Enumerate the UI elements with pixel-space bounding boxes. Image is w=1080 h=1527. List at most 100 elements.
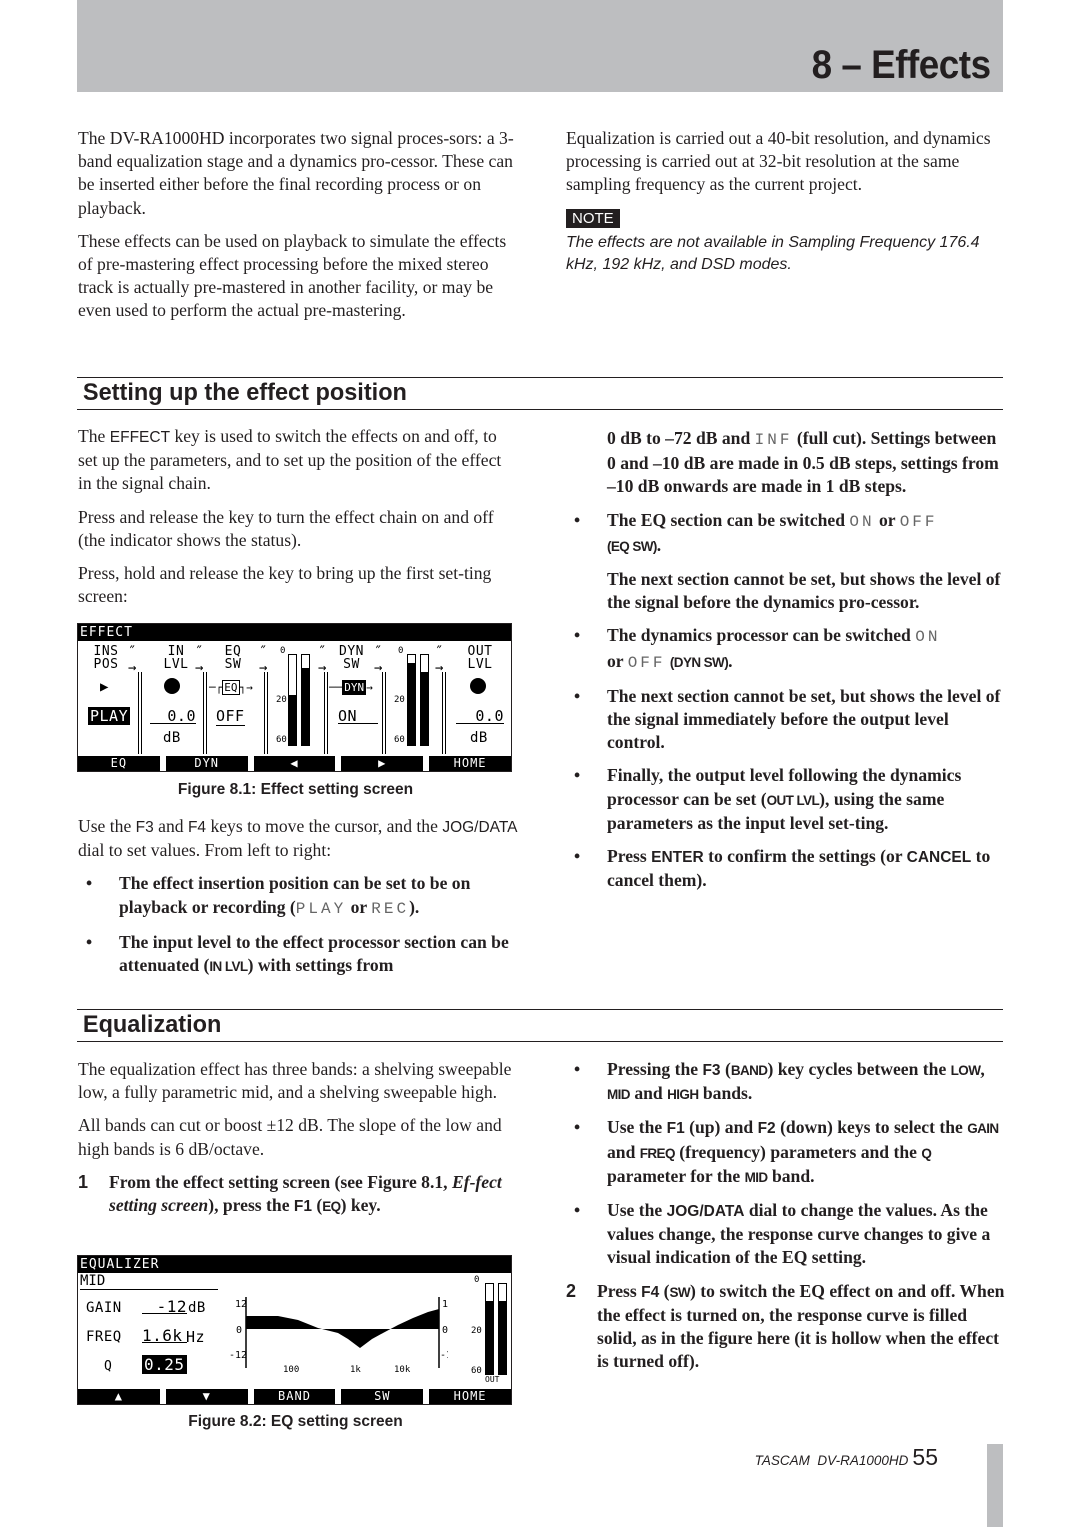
param-name: GAIN (967, 1121, 999, 1137)
param-name: MID (744, 1169, 769, 1185)
meter-scale: 60 (471, 1366, 482, 1376)
page-footer: TASCAM DV-RA1000HD 55 (755, 1444, 938, 1471)
page-edge-tab (987, 1444, 1003, 1527)
param-name: Q (921, 1145, 932, 1161)
step-number: 2 (566, 1280, 577, 1301)
x-tick-label: 10k (394, 1365, 411, 1375)
text: Use the (607, 1200, 667, 1221)
arrow-icon: ″ → (128, 644, 137, 676)
y-tick-label: 12 (442, 1299, 448, 1310)
key-name: JOG/DATA (442, 819, 518, 836)
f1-up-key[interactable]: ▲ (78, 1389, 160, 1404)
bullet-dot: • (574, 625, 581, 646)
value-text: 1.6k (142, 1328, 187, 1344)
f4-right-key[interactable]: ▶ (341, 756, 424, 771)
value-text: 0.25 (142, 1355, 187, 1374)
key-name: F4 (187, 819, 207, 836)
f3-left-key[interactable]: ◀ (253, 756, 336, 771)
text: The EQ section can be switched (607, 509, 850, 530)
bullet-dot: • (574, 509, 581, 530)
bullet-dot: • (574, 1117, 581, 1138)
text: and (629, 1083, 668, 1104)
text: dial to set values. From left to right: (78, 840, 332, 861)
bullet-item: • Use the JOG/DATA dial to change the val… (566, 1199, 1006, 1270)
knob-icon (470, 678, 486, 694)
cursor-paragraph: Use the F3 and F4 keys to move the curso… (78, 815, 518, 862)
text: ( (312, 1195, 323, 1216)
text: The next section cannot be set, but show… (607, 685, 1001, 753)
bullet-dot: • (574, 685, 581, 706)
param-name: SW (669, 1284, 691, 1300)
section1-right: 0 dB to –72 dB and INF (full cut). Setti… (566, 427, 1006, 902)
page-number: 55 (912, 1444, 938, 1470)
q-value[interactable]: 0.25 (142, 1355, 187, 1374)
y-tick-label: 12 (235, 1299, 247, 1310)
meter-scale: 60 (276, 735, 287, 745)
meter-scale: 0 (280, 646, 286, 656)
param-name: FREQ (639, 1145, 676, 1161)
meter-scale: 0 (474, 1275, 480, 1285)
unit-label: Hz (186, 1328, 206, 1346)
gain-value[interactable]: -12 (142, 1299, 187, 1315)
key-name: F4 (641, 1283, 660, 1301)
ins-pos-value[interactable]: PLAY (88, 707, 131, 725)
f1-eq-key[interactable]: EQ (78, 756, 160, 771)
paragraph: The next section cannot be set, but show… (607, 569, 1001, 613)
lcd-text: ON (915, 628, 941, 647)
lcd-title: EQUALIZER (78, 1256, 511, 1273)
f2-dyn-key[interactable]: DYN (165, 756, 248, 771)
bullet-item: • The next section cannot be set, but sho… (566, 685, 1006, 755)
lcd-text: ON (849, 512, 875, 531)
key-name: F1 (293, 1198, 312, 1216)
label-line: LVL (163, 657, 189, 672)
param-name: OUT LVL (766, 792, 820, 808)
key-name: F2 (757, 1120, 776, 1138)
text: band. (767, 1165, 815, 1186)
f4-sw-key[interactable]: SW (341, 1389, 424, 1404)
key-name: F3 (702, 1062, 721, 1079)
text: The (78, 426, 110, 446)
lcd-text: OFF (899, 512, 938, 531)
f5-home-key[interactable]: HOME (429, 1389, 511, 1404)
value-text: PLAY (88, 707, 131, 725)
text: ( (659, 1280, 670, 1301)
text: . (728, 650, 733, 671)
bullet-item: • Finally, the output level following the… (566, 764, 1006, 835)
text: From the effect setting screen (see Figu… (109, 1171, 452, 1192)
eq-sw-value[interactable]: OFF (216, 707, 245, 726)
eq-bypass-icon: ─┌ EQ ┐→ (209, 680, 253, 695)
level-meter (407, 654, 416, 746)
text: The dynamics processor can be switched (607, 625, 916, 646)
bullet-dot: • (574, 765, 581, 786)
in-lvl-value[interactable]: 0.0 (150, 709, 196, 724)
text: . (656, 534, 662, 555)
out-lvl-value[interactable]: 0.0 (456, 709, 504, 724)
paragraph: Press, hold and release the key to bring… (78, 563, 492, 607)
figure-8-1-caption: Figure 8.1: Effect setting screen (78, 781, 513, 799)
f2-down-key[interactable]: ▼ (165, 1389, 248, 1404)
meter-scale: 0 (398, 646, 404, 656)
meter-empty (408, 655, 415, 664)
resolution-paragraph: Equalization is carried out a 40-bit res… (566, 128, 991, 195)
bullet-dot: • (574, 1059, 581, 1079)
param-name: (EQ SW) (607, 538, 657, 554)
divider (324, 672, 328, 754)
text: ) key. (340, 1195, 381, 1216)
unit-label: dB (163, 730, 181, 746)
note-badge: NOTE (566, 208, 620, 228)
meter-empty (302, 655, 309, 669)
divider (138, 672, 142, 754)
intro-right: Equalization is carried out a 40-bit res… (566, 127, 1006, 276)
dyn-sw-value[interactable]: ON (338, 709, 378, 724)
text: Use the (607, 1117, 667, 1138)
divider (442, 672, 446, 754)
note-text: The effects are not available in Samplin… (566, 233, 980, 273)
meter-scale: 60 (394, 735, 405, 745)
bullet-item: • The EQ section can be switched ON or OF… (566, 509, 1006, 558)
f5-home-key[interactable]: HOME (429, 756, 511, 771)
param-name: EQ (322, 1199, 341, 1215)
text: ). (409, 896, 420, 917)
f3-band-key[interactable]: BAND (253, 1389, 336, 1404)
text: or (346, 896, 372, 917)
freq-value[interactable]: 1.6k (142, 1328, 187, 1344)
